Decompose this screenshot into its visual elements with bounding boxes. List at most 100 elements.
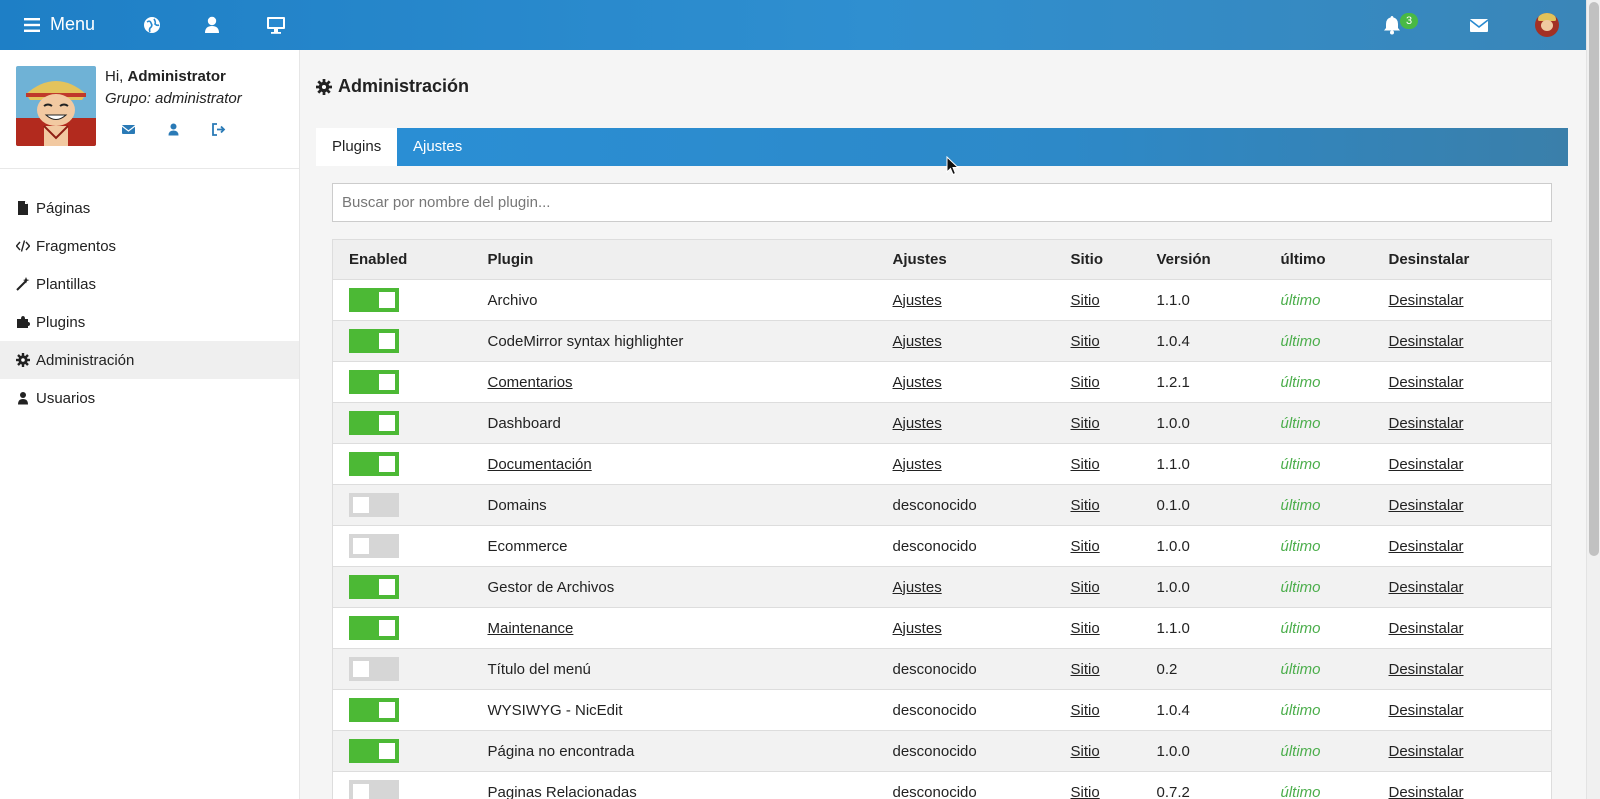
desktop-icon[interactable] — [265, 14, 287, 36]
site-cell: Sitio — [1054, 566, 1141, 608]
tab-ajustes[interactable]: Ajustes — [397, 128, 478, 166]
enabled-toggle[interactable] — [349, 657, 399, 681]
site-link[interactable]: Sitio — [1071, 538, 1100, 555]
site-link[interactable]: Sitio — [1071, 620, 1100, 637]
site-link[interactable]: Sitio — [1071, 579, 1100, 596]
plugin-name-cell: WYSIWYG - NicEdit — [471, 689, 877, 731]
envelope-icon[interactable] — [1468, 14, 1490, 36]
column-header-plugin[interactable]: Plugin — [471, 239, 877, 280]
uninstall-link[interactable]: Desinstalar — [1389, 620, 1464, 637]
site-link[interactable]: Sitio — [1071, 661, 1100, 678]
settings-link[interactable]: Ajustes — [893, 579, 942, 596]
settings-cell: desconocido — [876, 484, 1055, 526]
scrollbar-thumb[interactable] — [1589, 2, 1599, 556]
uninstall-link[interactable]: Desinstalar — [1389, 538, 1464, 555]
site-link[interactable]: Sitio — [1071, 292, 1100, 309]
toggle-knob — [379, 702, 395, 718]
sign-out-icon[interactable] — [211, 122, 226, 137]
enabled-cell — [332, 771, 472, 799]
enabled-toggle[interactable] — [349, 534, 399, 558]
settings-link[interactable]: Ajustes — [893, 620, 942, 637]
user-avatar-small[interactable] — [1535, 13, 1559, 37]
settings-link[interactable]: Ajustes — [893, 333, 942, 350]
enabled-toggle[interactable] — [349, 288, 399, 312]
latest-cell: último — [1264, 771, 1373, 799]
user-icon[interactable] — [201, 14, 223, 36]
version-cell: 1.0.0 — [1140, 566, 1265, 608]
settings-link[interactable]: Ajustes — [893, 374, 942, 391]
uninstall-link[interactable]: Desinstalar — [1389, 374, 1464, 391]
uninstall-link[interactable]: Desinstalar — [1389, 333, 1464, 350]
column-header-desinstalar[interactable]: Desinstalar — [1372, 239, 1552, 280]
enabled-cell — [332, 730, 472, 772]
version-cell: 0.7.2 — [1140, 771, 1265, 799]
uninstall-link[interactable]: Desinstalar — [1389, 743, 1464, 760]
plugin-search-input[interactable] — [332, 183, 1552, 222]
sidebar-item-usuarios[interactable]: Usuarios — [0, 379, 299, 417]
uninstall-link[interactable]: Desinstalar — [1389, 497, 1464, 514]
uninstall-link[interactable]: Desinstalar — [1389, 415, 1464, 432]
uninstall-link[interactable]: Desinstalar — [1389, 456, 1464, 473]
column-header-ultimo[interactable]: último — [1264, 239, 1373, 280]
settings-link[interactable]: Ajustes — [893, 415, 942, 432]
latest-cell: último — [1264, 484, 1373, 526]
sidebar-item-plugins[interactable]: Plugins — [0, 303, 299, 341]
plugin-name[interactable]: Comentarios — [488, 374, 573, 391]
latest-cell: último — [1264, 648, 1373, 690]
enabled-toggle[interactable] — [349, 452, 399, 476]
enabled-toggle[interactable] — [349, 370, 399, 394]
uninstall-cell: Desinstalar — [1372, 689, 1552, 731]
envelope-icon[interactable] — [121, 122, 136, 137]
user-icon[interactable] — [166, 122, 181, 137]
plugin-name[interactable]: Documentación — [488, 456, 592, 473]
sidebar-item-administracion[interactable]: Administración — [0, 341, 299, 379]
page-scrollbar[interactable] — [1586, 0, 1600, 799]
uninstall-link[interactable]: Desinstalar — [1389, 292, 1464, 309]
plugin-name[interactable]: Maintenance — [488, 620, 574, 637]
enabled-toggle[interactable] — [349, 739, 399, 763]
enabled-toggle[interactable] — [349, 411, 399, 435]
site-link[interactable]: Sitio — [1071, 456, 1100, 473]
uninstall-link[interactable]: Desinstalar — [1389, 784, 1464, 799]
menu-button[interactable]: Menu — [24, 14, 95, 35]
globe-icon[interactable] — [141, 14, 163, 36]
site-link[interactable]: Sitio — [1071, 743, 1100, 760]
uninstall-cell: Desinstalar — [1372, 279, 1552, 321]
toggle-knob — [353, 538, 369, 554]
site-link[interactable]: Sitio — [1071, 497, 1100, 514]
plugin-name-cell: Comentarios — [471, 361, 877, 403]
site-link[interactable]: Sitio — [1071, 333, 1100, 350]
toggle-knob — [353, 784, 369, 799]
settings-link[interactable]: Ajustes — [893, 292, 942, 309]
uninstall-link[interactable]: Desinstalar — [1389, 702, 1464, 719]
column-header-sitio[interactable]: Sitio — [1054, 239, 1141, 280]
uninstall-cell: Desinstalar — [1372, 525, 1552, 567]
site-cell: Sitio — [1054, 607, 1141, 649]
table-row: Gestor de Archivos Ajustes Sitio 1.0.0 últim… — [332, 566, 1552, 608]
version-cell: 1.0.0 — [1140, 525, 1265, 567]
uninstall-link[interactable]: Desinstalar — [1389, 661, 1464, 678]
enabled-toggle[interactable] — [349, 698, 399, 722]
table-row: WYSIWYG - NicEdit desconocido Sitio 1.0.4 úl… — [332, 689, 1552, 731]
enabled-toggle[interactable] — [349, 575, 399, 599]
sidebar-item-plantillas[interactable]: Plantillas — [0, 265, 299, 303]
settings-link[interactable]: Ajustes — [893, 456, 942, 473]
enabled-toggle[interactable] — [349, 493, 399, 517]
settings-link: desconocido — [892, 783, 977, 799]
site-link[interactable]: Sitio — [1071, 784, 1100, 799]
enabled-toggle[interactable] — [349, 616, 399, 640]
site-link[interactable]: Sitio — [1071, 415, 1100, 432]
latest-label: último — [1280, 660, 1321, 678]
column-header-ajustes[interactable]: Ajustes — [876, 239, 1055, 280]
greeting-prefix: Hi, — [105, 68, 124, 85]
enabled-toggle[interactable] — [349, 329, 399, 353]
column-header-enabled[interactable]: Enabled — [332, 239, 472, 280]
column-header-version[interactable]: Versión — [1140, 239, 1265, 280]
sidebar-item-fragmentos[interactable]: Fragmentos — [0, 227, 299, 265]
enabled-toggle[interactable] — [349, 780, 399, 799]
sidebar-item-paginas[interactable]: Páginas — [0, 189, 299, 227]
site-link[interactable]: Sitio — [1071, 374, 1100, 391]
uninstall-link[interactable]: Desinstalar — [1389, 579, 1464, 596]
tab-plugins[interactable]: Plugins — [316, 128, 398, 166]
site-link[interactable]: Sitio — [1071, 702, 1100, 719]
